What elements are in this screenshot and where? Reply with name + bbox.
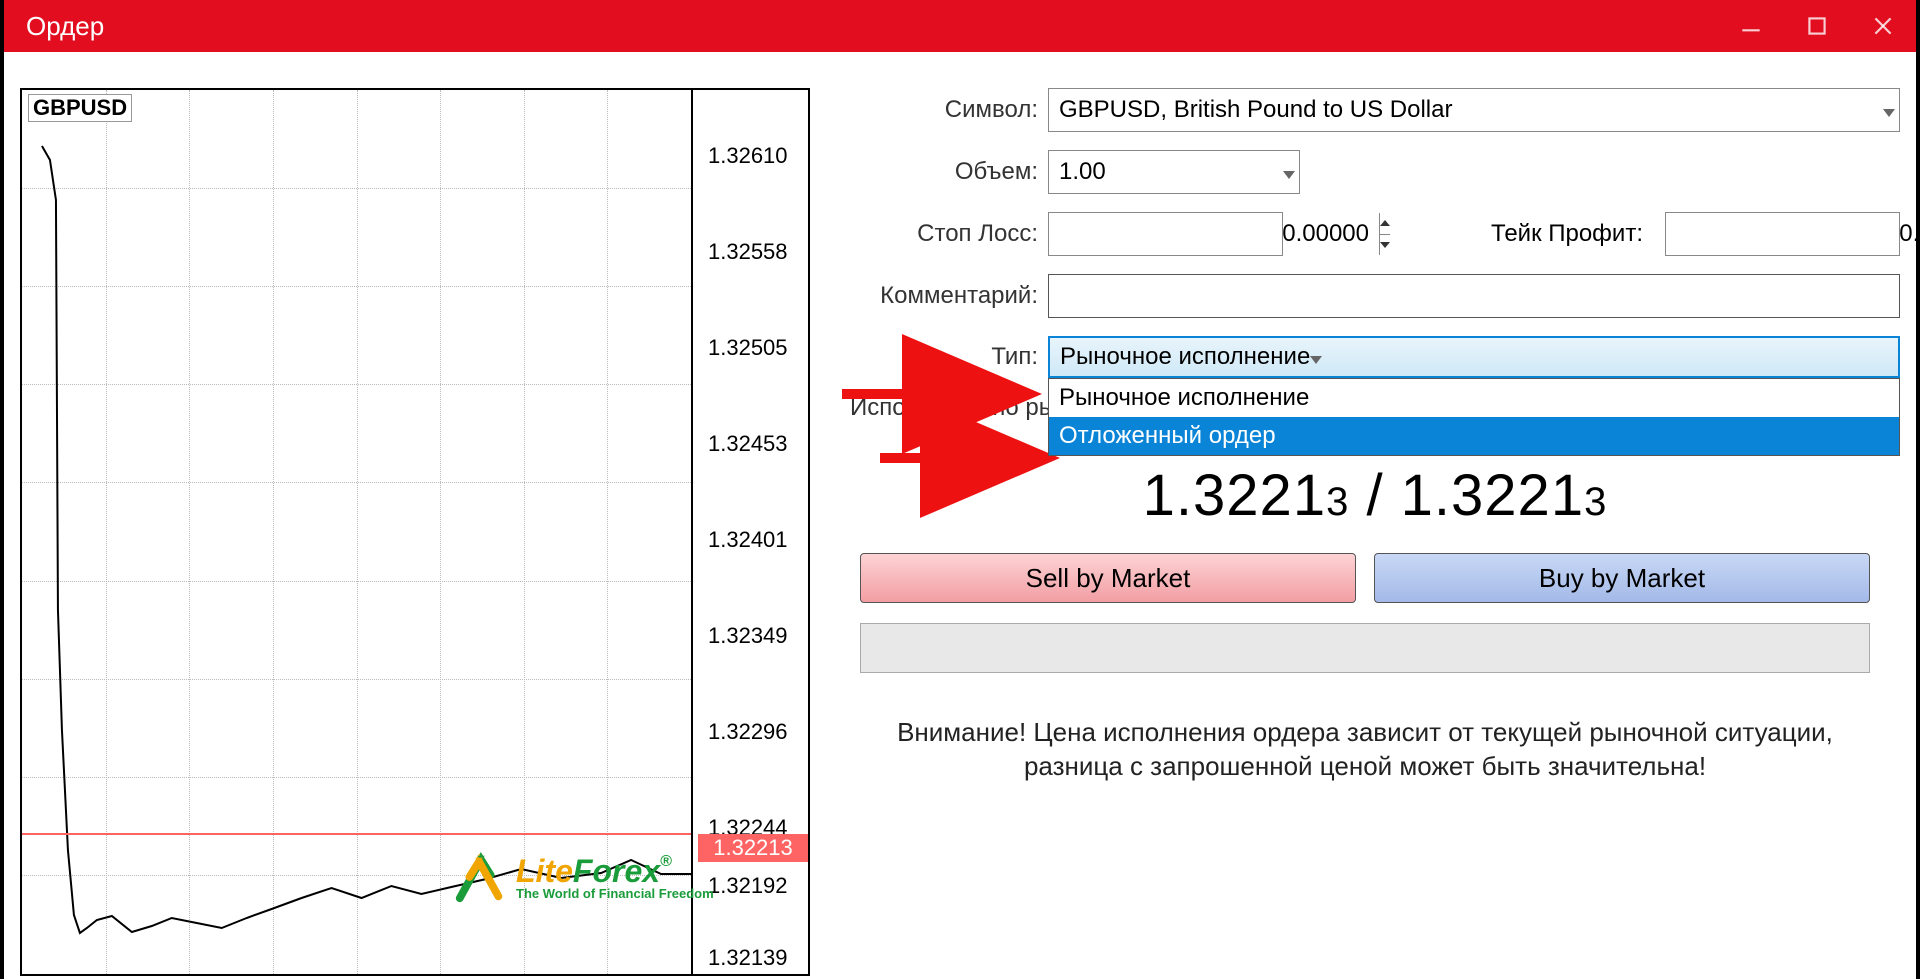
liteforex-logo: LiteForex® The World of Financial Freedo… [452,848,714,906]
ytick: 1.32401 [700,530,808,550]
status-bar [860,623,1870,673]
chart-symbol-label: GBPUSD [28,94,132,122]
warning-text: Внимание! Цена исполнения ордера зависит… [860,715,1870,783]
price-chart: GBPUSD 1.32610 1.32558 1.32505 1.32453 1… [20,88,810,976]
symbol-select[interactable]: GBPUSD, British Pound to US Dollar [1048,88,1900,132]
buy-by-market-button[interactable]: Buy by Market [1374,553,1870,603]
chevron-down-icon [1310,356,1322,364]
type-option-pending[interactable]: Отложенный ордер [1049,417,1899,455]
maximize-button[interactable] [1784,0,1850,52]
ytick: 1.32558 [700,242,808,262]
spin-up-button[interactable] [1380,213,1390,234]
takeprofit-input[interactable] [1665,212,1900,256]
takeprofit-value[interactable] [1666,220,1920,248]
window-title: Ордер [26,11,104,42]
ytick: 1.32192 [700,876,808,896]
chart-line [22,90,691,974]
spin-down-button[interactable] [1380,234,1390,256]
ytick: 1.32139 [700,948,808,968]
arrow-down-icon [1380,242,1390,248]
arrows-cross-icon [452,848,510,906]
close-button[interactable] [1850,0,1916,52]
comment-input[interactable] [1048,274,1900,318]
stoploss-input[interactable] [1048,212,1283,256]
type-dropdown-list: Рыночное исполнение Отложенный ордер [1048,378,1900,456]
ytick: 1.32505 [700,338,808,358]
annotation-arrow [880,428,1060,493]
chevron-down-icon [1883,109,1895,117]
symbol-value: GBPUSD, British Pound to US Dollar [1059,96,1452,124]
volume-select[interactable]: 1.00 [1048,150,1300,194]
stoploss-label: Стоп Лосс: [850,220,1048,248]
current-price-badge: 1.32213 [698,834,808,862]
type-option-market[interactable]: Рыночное исполнение [1049,379,1899,417]
arrow-up-icon [1380,220,1390,226]
window-controls [1718,0,1916,52]
minimize-button[interactable] [1718,0,1784,52]
ytick: 1.32453 [700,434,808,454]
annotation-arrow [842,364,1042,429]
ytick: 1.32296 [700,722,808,742]
volume-value: 1.00 [1059,158,1106,186]
stoploss-value[interactable] [1049,220,1379,248]
chevron-down-icon [1283,171,1295,179]
takeprofit-label: Тейк Профит: [1463,220,1643,248]
titlebar: Ордер [4,0,1916,52]
type-value: Рыночное исполнение [1060,343,1310,371]
ytick: 1.32349 [700,626,808,646]
ytick: 1.32610 [700,146,808,166]
sell-by-market-button[interactable]: Sell by Market [860,553,1356,603]
volume-label: Объем: [850,158,1048,186]
type-select[interactable]: Рыночное исполнение [1048,336,1900,378]
symbol-label: Символ: [850,96,1048,124]
comment-label: Комментарий: [850,282,1048,310]
